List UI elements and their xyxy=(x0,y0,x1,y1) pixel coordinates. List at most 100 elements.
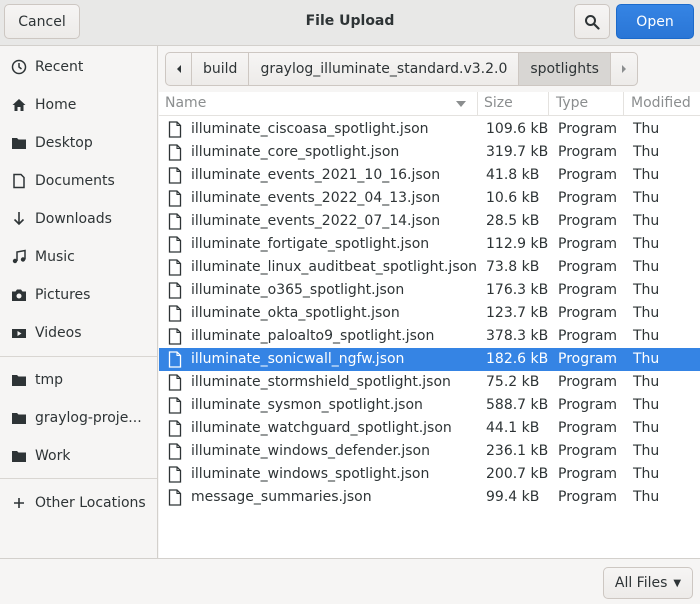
file-type: Program xyxy=(558,121,618,137)
clock-icon xyxy=(10,58,28,76)
file-icon xyxy=(168,443,182,460)
file-modified: Thu xyxy=(633,489,660,505)
open-button[interactable]: Open xyxy=(616,4,694,39)
sidebar-item-other-locations[interactable]: Other Locations xyxy=(0,485,157,521)
folder-icon xyxy=(10,447,28,465)
path-segment-build[interactable]: build xyxy=(192,53,250,85)
file-row[interactable]: illuminate_okta_spotlight.json 123.7 kB Pr… xyxy=(159,302,700,325)
file-type: Program xyxy=(558,167,618,183)
sidebar-item-label: Desktop xyxy=(35,135,93,151)
sidebar-item-pictures[interactable]: Pictures xyxy=(0,277,157,313)
file-size: 75.2 kB xyxy=(486,374,540,390)
file-row[interactable]: illuminate_events_2021_10_16.json 41.8 kB… xyxy=(159,164,700,187)
file-type: Program xyxy=(558,236,618,252)
header-bar: Cancel File Upload Open xyxy=(0,0,700,46)
file-type: Program xyxy=(558,489,618,505)
file-icon xyxy=(168,305,182,322)
file-name: illuminate_core_spotlight.json xyxy=(191,144,400,160)
file-row[interactable]: illuminate_core_spotlight.json 319.7 kB Pr… xyxy=(159,141,700,164)
file-type-filter[interactable]: All Files ▼ xyxy=(603,567,693,599)
file-row[interactable]: illuminate_ciscoasa_spotlight.json 109.6 … xyxy=(159,118,700,141)
file-list: Name Size Type Modified illuminate_cisco… xyxy=(159,92,700,558)
file-type: Program xyxy=(558,282,618,298)
file-row[interactable]: illuminate_paloalto9_spotlight.json 378.3… xyxy=(159,325,700,348)
file-size: 99.4 kB xyxy=(486,489,540,505)
file-icon xyxy=(168,466,182,483)
sidebar-item-music[interactable]: Music xyxy=(0,239,157,275)
file-row[interactable]: illuminate_o365_spotlight.json 176.3 kB Pr… xyxy=(159,279,700,302)
sidebar-separator xyxy=(0,478,157,479)
folder-icon xyxy=(10,409,28,427)
file-row[interactable]: illuminate_watchguard_spotlight.json 44.1… xyxy=(159,417,700,440)
path-back-button[interactable] xyxy=(166,53,192,85)
sidebar-item-home[interactable]: Home xyxy=(0,87,157,123)
column-header-type[interactable]: Type xyxy=(556,95,588,111)
file-row[interactable]: illuminate_fortigate_spotlight.json 112.9… xyxy=(159,233,700,256)
file-row[interactable]: illuminate_events_2022_07_14.json 28.5 kB… xyxy=(159,210,700,233)
file-row[interactable]: illuminate_sonicwall_ngfw.json 182.6 kB Pr… xyxy=(159,348,700,371)
file-row[interactable]: message_summaries.json 99.4 kB Program Thu xyxy=(159,486,700,509)
file-icon xyxy=(168,190,182,207)
file-size: 41.8 kB xyxy=(486,167,540,183)
file-icon xyxy=(168,167,182,184)
home-icon xyxy=(10,96,28,114)
column-header-size[interactable]: Size xyxy=(484,95,513,111)
column-header-name[interactable]: Name xyxy=(165,95,206,111)
sidebar-item-videos[interactable]: Videos xyxy=(0,315,157,351)
file-modified: Thu xyxy=(633,121,660,137)
file-type: Program xyxy=(558,397,618,413)
document-icon xyxy=(10,172,28,190)
file-modified: Thu xyxy=(633,351,660,367)
file-size: 176.3 kB xyxy=(486,282,549,298)
sidebar-item-label: Documents xyxy=(35,173,115,189)
search-button[interactable] xyxy=(574,4,610,39)
file-icon xyxy=(168,374,182,391)
file-type: Program xyxy=(558,305,618,321)
file-type: Program xyxy=(558,351,618,367)
sidebar-item-downloads[interactable]: Downloads xyxy=(0,201,157,237)
file-name: illuminate_windows_defender.json xyxy=(191,443,430,459)
file-row[interactable]: illuminate_linux_auditbeat_spotlight.jso… xyxy=(159,256,700,279)
sidebar-item-recent[interactable]: Recent xyxy=(0,49,157,85)
folder-icon xyxy=(10,134,28,152)
file-modified: Thu xyxy=(633,443,660,459)
video-icon xyxy=(10,324,28,342)
file-modified: Thu xyxy=(633,282,660,298)
file-name: illuminate_stormshield_spotlight.json xyxy=(191,374,451,390)
file-row[interactable]: illuminate_events_2022_04_13.json 10.6 kB… xyxy=(159,187,700,210)
music-icon xyxy=(10,248,28,266)
column-header-modified[interactable]: Modified xyxy=(631,95,691,111)
places-sidebar: Recent Home Desktop Documents Downloads … xyxy=(0,46,158,558)
column-divider xyxy=(548,92,549,116)
path-forward-button[interactable] xyxy=(611,53,637,85)
path-segment-graylog[interactable]: graylog_illuminate_standard.v3.2.0 xyxy=(249,53,520,85)
file-size: 28.5 kB xyxy=(486,213,540,229)
sidebar-item-work[interactable]: Work xyxy=(0,438,157,474)
file-icon xyxy=(168,121,182,138)
file-size: 378.3 kB xyxy=(486,328,549,344)
file-row[interactable]: illuminate_sysmon_spotlight.json 588.7 kB… xyxy=(159,394,700,417)
dropdown-arrow-icon: ▼ xyxy=(673,577,682,589)
sort-descending-icon xyxy=(456,101,466,107)
sidebar-item-documents[interactable]: Documents xyxy=(0,163,157,199)
file-icon xyxy=(168,328,182,345)
sidebar-item-label: Home xyxy=(35,97,77,113)
path-segment-spotlights[interactable]: spotlights xyxy=(519,53,611,85)
sidebar-item-label: Work xyxy=(35,448,71,464)
file-type: Program xyxy=(558,328,618,344)
path-bar: build graylog_illuminate_standard.v3.2.0… xyxy=(165,52,638,86)
sidebar-separator xyxy=(0,356,157,357)
sidebar-item-tmp[interactable]: tmp xyxy=(0,362,157,398)
sidebar-item-desktop[interactable]: Desktop xyxy=(0,125,157,161)
file-row[interactable]: illuminate_windows_spotlight.json 200.7 k… xyxy=(159,463,700,486)
file-size: 109.6 kB xyxy=(486,121,549,137)
file-icon xyxy=(168,351,182,368)
file-row[interactable]: illuminate_stormshield_spotlight.json 75.… xyxy=(159,371,700,394)
file-size: 588.7 kB xyxy=(486,397,549,413)
cancel-button[interactable]: Cancel xyxy=(4,4,80,39)
file-icon xyxy=(168,397,182,414)
sidebar-item-graylog-project[interactable]: graylog-proje... xyxy=(0,400,157,436)
file-icon xyxy=(168,213,182,230)
file-row[interactable]: illuminate_windows_defender.json 236.1 kB… xyxy=(159,440,700,463)
file-icon xyxy=(168,259,182,276)
